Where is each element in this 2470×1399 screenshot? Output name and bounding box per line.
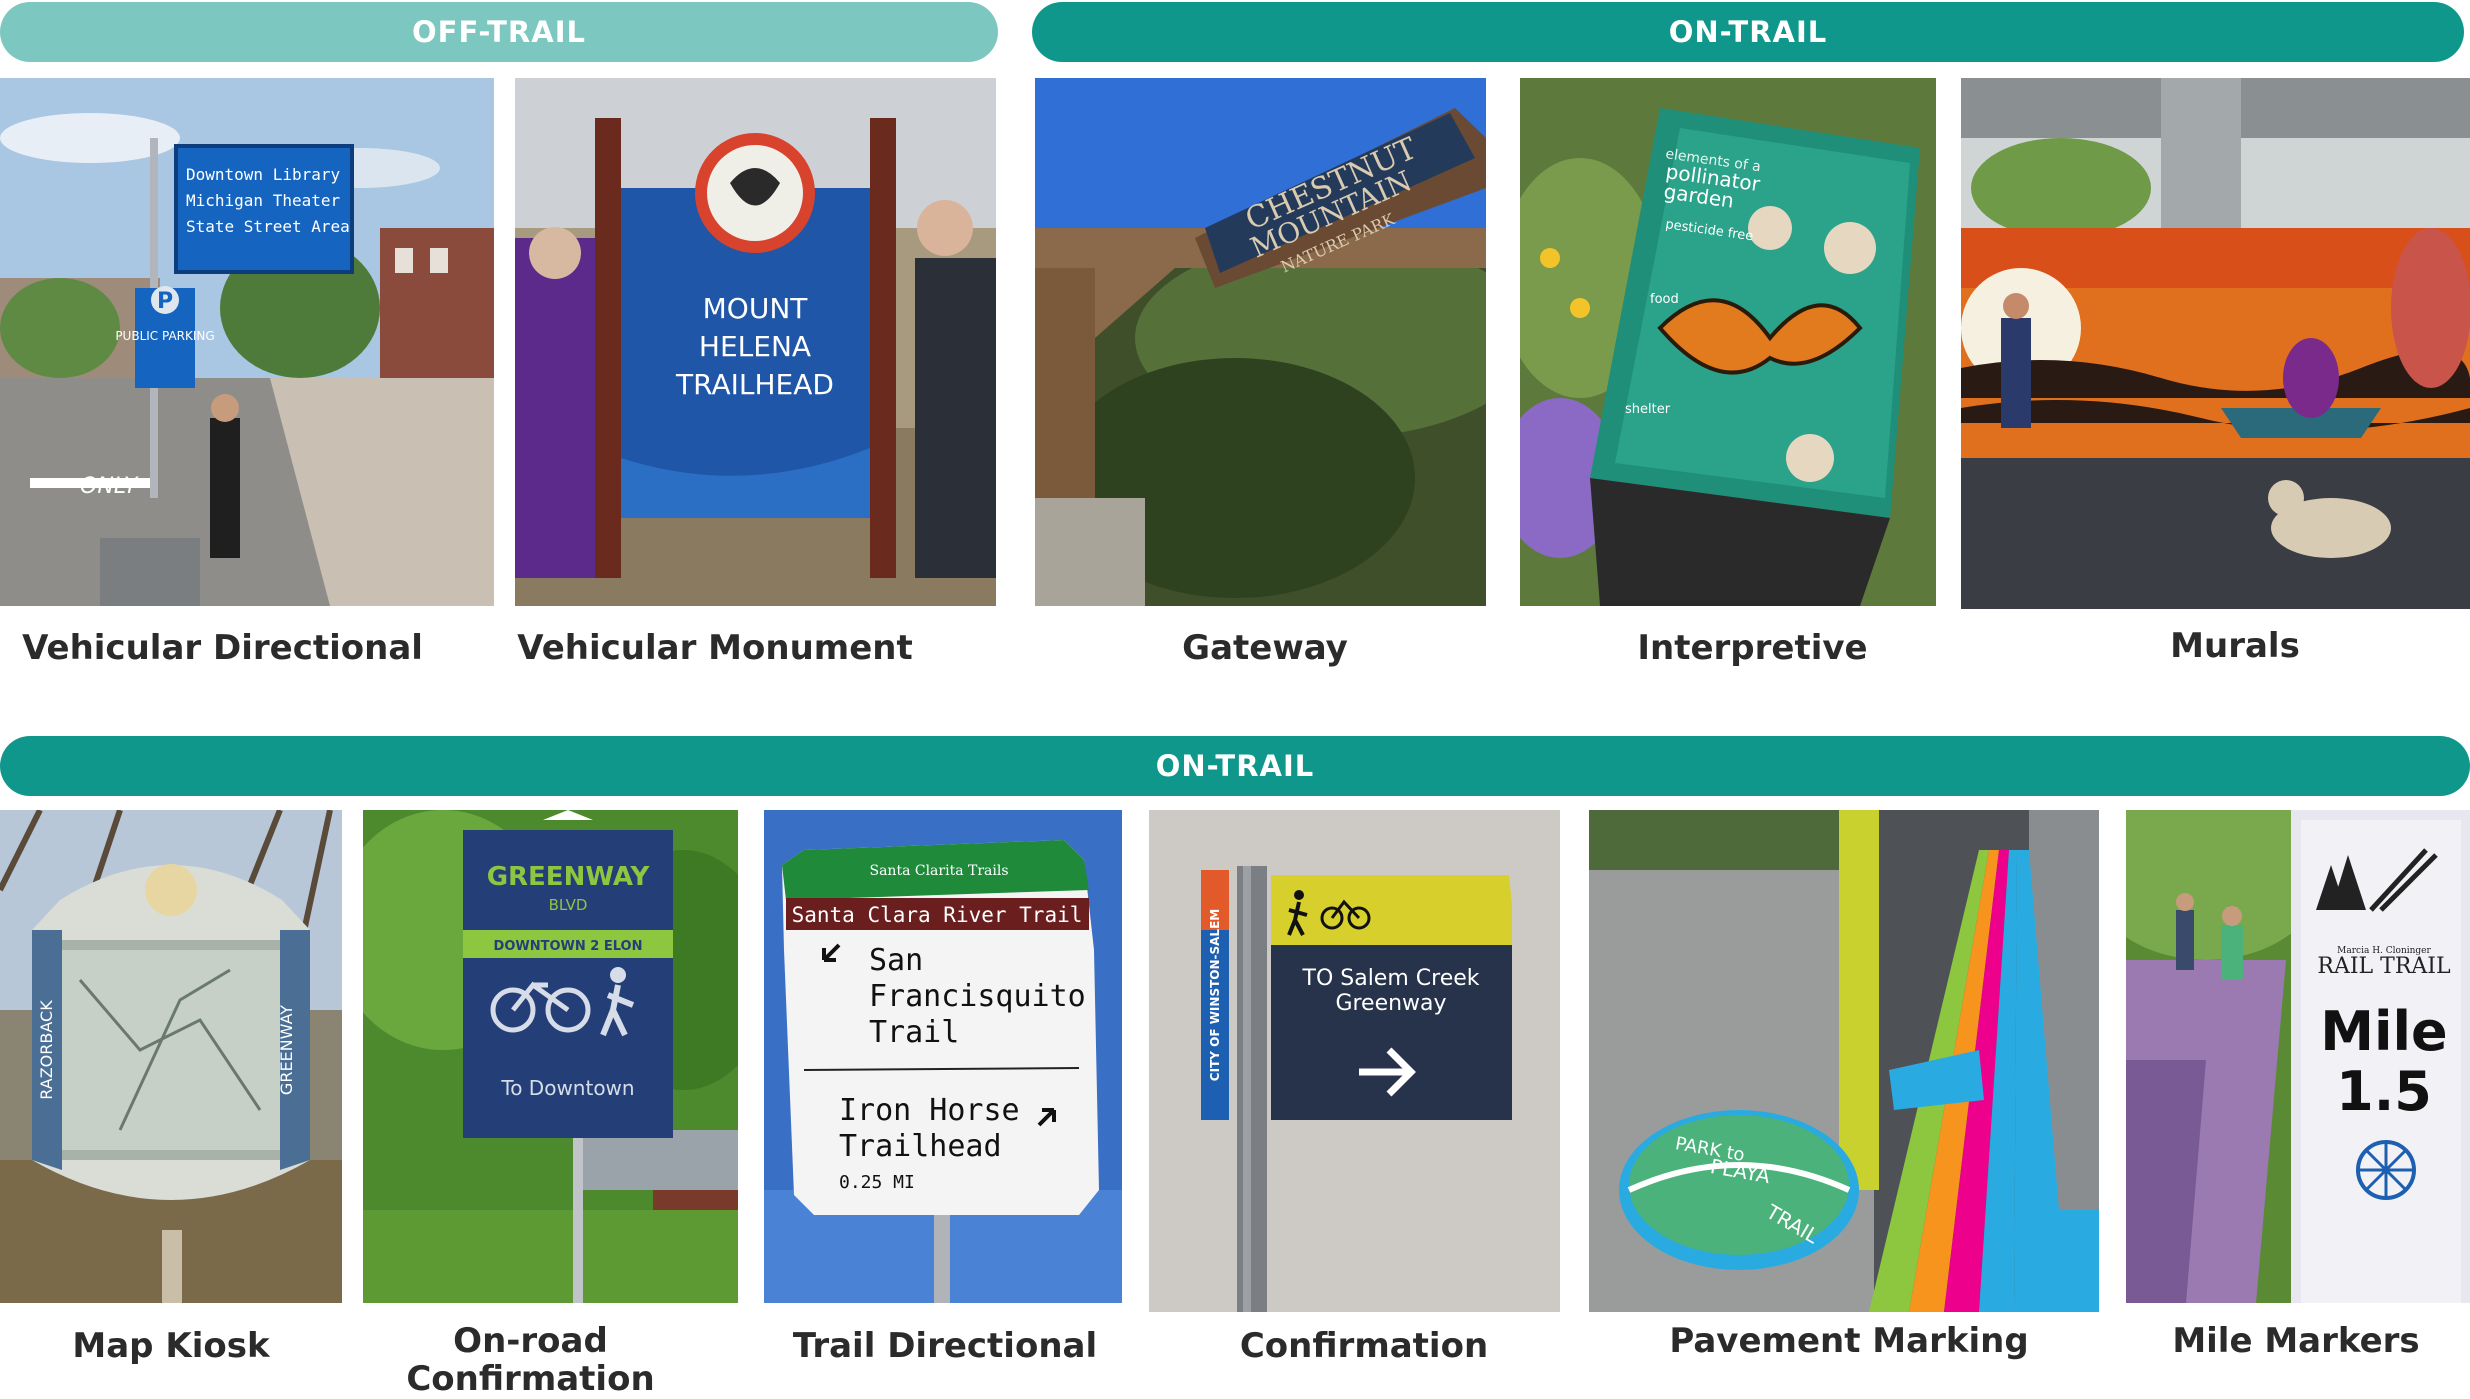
- mile-markers-photo: Marcia H. Cloninger RAIL TRAIL Mile 1.5: [2126, 810, 2470, 1303]
- directional-text-3: State Street Area: [186, 217, 350, 236]
- caption-on-road-confirmation-line1: On-road: [453, 1321, 608, 1361]
- monument-text-1: MOUNT: [703, 292, 809, 325]
- scrt-text-3: San: [869, 943, 923, 978]
- caption-on-road-confirmation-line2: Confirmation: [406, 1359, 655, 1399]
- confirmation-text-2: Greenway: [1335, 991, 1446, 1016]
- murals-photo: [1961, 78, 2470, 609]
- caption-trail-directional: Trail Directional: [792, 1326, 1098, 1366]
- caption-map-kiosk: Map Kiosk: [72, 1326, 270, 1366]
- kiosk-text-right: GREENWAY: [277, 1005, 296, 1095]
- section-header-on-trail-top: ON-TRAIL: [1032, 2, 2464, 62]
- greenway-text-2: BLVD: [549, 896, 588, 914]
- road-only-text: ONLY: [80, 474, 139, 499]
- caption-mile-markers: Mile Markers: [2172, 1321, 2420, 1361]
- confirmation-text-1: TO Salem Creek: [1302, 966, 1480, 991]
- caption-interpretive: Interpretive: [1637, 628, 1868, 668]
- greenway-text-1: GREENWAY: [487, 862, 651, 892]
- mile-text-4: 1.5: [2336, 1060, 2432, 1123]
- interpretive-text-6: shelter: [1625, 402, 1671, 417]
- gateway-photo: CHESTNUT MOUNTAIN NATURE PARK: [1035, 78, 1486, 606]
- caption-gateway: Gateway: [1182, 628, 1348, 668]
- scrt-text-2: Santa Clara River Trail: [792, 903, 1083, 927]
- caption-vehicular-monument: Vehicular Monument: [517, 628, 913, 668]
- caption-pavement-marking: Pavement Marking: [1669, 1321, 2029, 1361]
- directional-text-1: Downtown Library: [186, 165, 340, 184]
- greenway-text-4: To Downtown: [500, 1076, 634, 1100]
- vehicular-directional-photo: Downtown Library Michigan Theater State …: [0, 78, 494, 606]
- scrt-text-6: Iron Horse: [839, 1093, 1020, 1128]
- caption-murals: Murals: [2170, 626, 2300, 666]
- mile-text-2: RAIL TRAIL: [2317, 954, 2451, 979]
- parking-letter: P: [157, 289, 173, 314]
- monument-text-3: TRAILHEAD: [675, 368, 834, 401]
- greenway-text-3: DOWNTOWN 2 ELON: [494, 939, 643, 954]
- on-road-confirmation-photo: GREENWAY BLVD DOWNTOWN 2 ELON To Downtow…: [363, 810, 738, 1303]
- scrt-text-5: Trail: [869, 1015, 959, 1050]
- scrt-text-4: Francisquito: [869, 979, 1086, 1014]
- kiosk-text-left: RAZORBACK: [37, 1000, 56, 1100]
- confirmation-photo: CITY OF WINSTON-SALEM TO Salem Creek Gre…: [1149, 810, 1560, 1312]
- monument-text-2: HELENA: [699, 330, 811, 363]
- section-header-on-trail-bottom: ON-TRAIL: [0, 736, 2470, 796]
- caption-vehicular-directional: Vehicular Directional: [22, 628, 423, 668]
- confirmation-city-text: CITY OF WINSTON-SALEM: [1208, 909, 1222, 1081]
- scrt-text-7: Trailhead: [839, 1129, 1002, 1164]
- pavement-marking-photo: PARK to PLAYA TRAIL: [1589, 810, 2099, 1312]
- scrt-text-1: Santa Clarita Trails: [869, 863, 1008, 879]
- section-header-off-trail: OFF-TRAIL: [0, 2, 998, 62]
- interpretive-photo: elements of a pollinator garden pesticid…: [1520, 78, 1936, 606]
- interpretive-text-5: food: [1650, 292, 1679, 307]
- caption-confirmation: Confirmation: [1239, 1326, 1489, 1366]
- vehicular-monument-photo: MOUNT HELENA TRAILHEAD: [515, 78, 996, 606]
- map-kiosk-photo: RAZORBACK GREENWAY: [0, 810, 342, 1303]
- directional-text-2: Michigan Theater: [186, 191, 340, 210]
- mile-text-3: Mile: [2320, 1000, 2447, 1063]
- public-parking-text: PUBLIC PARKING: [115, 329, 214, 343]
- scrt-text-8: 0.25 MI: [839, 1172, 915, 1193]
- trail-directional-photo: Santa Clarita Trails Santa Clara River T…: [764, 810, 1122, 1303]
